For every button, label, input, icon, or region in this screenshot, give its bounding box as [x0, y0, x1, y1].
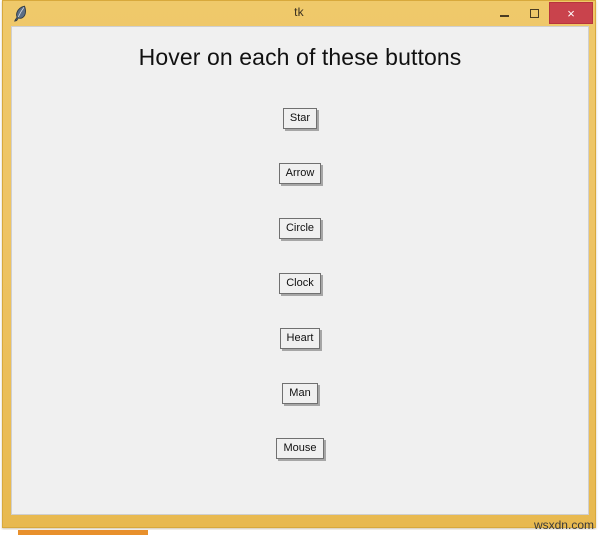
screen: tk × Hover on each of these buttons Star… — [0, 0, 600, 535]
taskbar-sliver — [0, 530, 600, 535]
button-row: Mouse — [12, 438, 588, 493]
minimize-icon — [499, 15, 509, 17]
heart-button[interactable]: Heart — [279, 328, 321, 349]
button-row: Man — [12, 383, 588, 438]
maximize-button[interactable] — [519, 1, 549, 25]
minimize-button[interactable] — [489, 1, 519, 25]
button-stack: Star Arrow Circle Clock Heart Man Mouse — [12, 108, 588, 493]
man-button[interactable]: Man — [282, 383, 318, 404]
client-area: Hover on each of these buttons Star Arro… — [11, 26, 589, 515]
circle-button[interactable]: Circle — [278, 218, 322, 239]
button-row: Clock — [12, 273, 588, 328]
button-row: Heart — [12, 328, 588, 383]
mouse-button[interactable]: Mouse — [276, 438, 324, 459]
window-controls: × — [489, 1, 595, 25]
maximize-icon — [529, 8, 539, 18]
arrow-button[interactable]: Arrow — [278, 163, 322, 184]
title-bar[interactable]: tk × — [3, 1, 595, 26]
button-row: Star — [12, 108, 588, 163]
application-window: tk × Hover on each of these buttons Star… — [2, 0, 596, 528]
page-title: Hover on each of these buttons — [138, 44, 462, 70]
button-row: Arrow — [12, 163, 588, 218]
star-button[interactable]: Star — [282, 108, 318, 129]
clock-button[interactable]: Clock — [279, 273, 321, 294]
button-row: Circle — [12, 218, 588, 273]
close-button[interactable]: × — [549, 2, 593, 24]
